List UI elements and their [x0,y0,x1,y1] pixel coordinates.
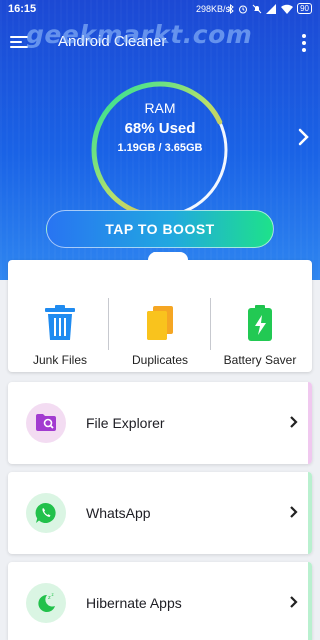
junk-files-label: Junk Files [32,353,88,367]
status-icons: 90 [227,3,312,14]
signal-icon [266,3,277,14]
page-indicator [152,252,166,257]
ram-gauge[interactable]: RAM 68% Used 1.19GB / 3.65GB [88,78,232,222]
whatsapp-card[interactable]: WhatsApp [8,472,312,554]
card-accent [308,562,312,640]
card-accent [308,382,312,464]
chevron-right-icon [290,416,298,428]
more-options-icon[interactable] [302,34,306,55]
ram-used-percent: 68% Used [124,120,196,137]
tools-card: Junk Files Duplicates Battery Saver [8,252,312,372]
network-speed: 298KB/s [196,4,231,14]
duplicates-tool[interactable]: Duplicates [110,304,210,367]
chevron-right-icon [290,596,298,608]
svg-text:z: z [52,592,54,597]
battery-level: 90 [297,3,312,14]
status-bar: 16:15 298KB/s 90 [0,0,320,20]
folder-search-icon [36,414,56,431]
whatsapp-icon [35,502,56,523]
hibernate-apps-card[interactable]: z z Hibernate Apps [8,562,312,640]
watermark: geekmarkt.com [26,20,253,49]
tap-to-boost-button[interactable]: TAP TO BOOST [46,210,274,248]
tool-divider [108,298,109,350]
moon-icon: z z [38,592,55,612]
alarm-icon [239,5,248,13]
status-time: 16:15 [8,3,37,15]
battery-saver-label: Battery Saver [223,353,297,367]
battery-saver-tool[interactable]: Battery Saver [210,304,310,367]
battery-icon [248,305,272,341]
files-icon [147,306,173,340]
chevron-right-icon [290,506,298,518]
junk-files-tool[interactable]: Junk Files [10,304,110,367]
whatsapp-label: WhatsApp [86,505,151,521]
file-explorer-card[interactable]: File Explorer [8,382,312,464]
trash-icon [45,305,75,340]
mute-icon [252,4,262,13]
ram-size: 1.19GB / 3.65GB [117,142,203,154]
hibernate-apps-label: Hibernate Apps [86,595,182,611]
card-accent [308,472,312,554]
ram-label: RAM [144,100,176,116]
wifi-icon [281,4,294,14]
next-arrow-icon[interactable] [298,128,310,146]
duplicates-label: Duplicates [131,353,189,367]
file-explorer-label: File Explorer [86,415,165,431]
bluetooth-icon [227,3,234,14]
